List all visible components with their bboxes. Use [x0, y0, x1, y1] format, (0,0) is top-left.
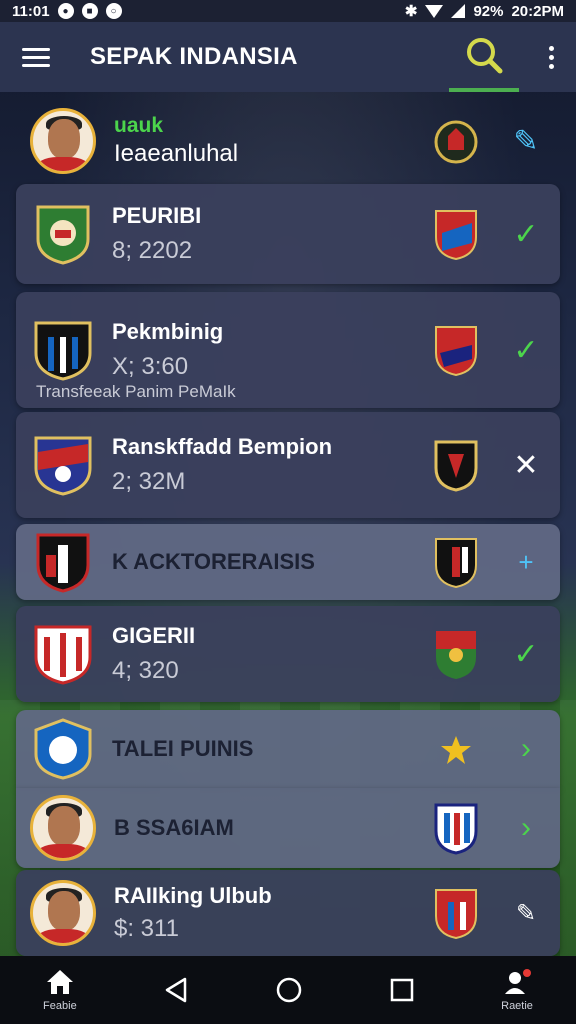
club-crest-icon [34, 436, 92, 496]
item-name: PEURIBI [112, 203, 202, 228]
edit-icon[interactable]: ✎ [508, 899, 544, 928]
check-icon[interactable]: ✓ [508, 333, 544, 368]
back-icon [165, 977, 187, 1003]
profile-icon [505, 969, 532, 994]
item-name: RAIIking Ulbub [114, 883, 272, 908]
club-crest-icon [434, 803, 478, 855]
list-item[interactable]: TALEI PUINIS › [16, 710, 560, 788]
check-icon[interactable]: ✓ [508, 637, 544, 672]
bluetooth-icon: ✱ [404, 3, 418, 20]
item-value: $: 311 [114, 915, 179, 942]
chevron-right-icon[interactable]: › [508, 811, 544, 845]
bottom-navigation: Feabie Raetie [0, 956, 576, 1024]
nav-back[interactable] [163, 976, 189, 1004]
home-icon [46, 970, 73, 994]
list-item[interactable]: K ACKTORERAISIS + [16, 524, 560, 600]
list-item[interactable]: PEURIBI 8; 2202 ✓ [16, 184, 560, 284]
item-value: 8; 2202 [112, 237, 193, 264]
list-item[interactable]: Ranskffadd Bempion 2; 32M ✕ [16, 412, 560, 518]
more-options-button[interactable] [549, 45, 554, 69]
list-item[interactable]: uauk Ieaeanluhal ✎ [16, 98, 560, 184]
circle-home-icon [276, 977, 302, 1003]
status-time: 11:01 [12, 2, 50, 20]
nav-recents[interactable] [389, 977, 415, 1003]
club-crest-icon [36, 205, 90, 265]
player-avatar [30, 795, 96, 861]
club-crest-icon [36, 533, 90, 593]
item-name: TALEI PUINIS [112, 736, 254, 761]
wifi-icon [425, 4, 444, 18]
item-value: Ieaeanluhal [114, 140, 239, 167]
player-avatar [30, 108, 96, 174]
player-avatar [30, 880, 96, 946]
status-clock: 20:2PM [511, 2, 564, 20]
notification-icon: ○ [105, 3, 122, 19]
club-crest-icon [436, 631, 476, 679]
item-value: 4; 320 [112, 657, 179, 684]
club-crest-icon [34, 321, 92, 381]
club-crest-icon [435, 210, 477, 261]
item-note: Transfeeak Panim PeMaIk [36, 382, 236, 401]
club-crest-icon [34, 718, 92, 780]
notification-icon: ■ [81, 3, 98, 19]
plus-icon[interactable]: + [508, 547, 544, 578]
club-crest-icon [34, 625, 92, 685]
star-icon [441, 736, 471, 764]
app-bar: SEPAK INDANSIA [0, 22, 576, 92]
menu-button[interactable] [22, 47, 50, 67]
menu-icon [22, 47, 50, 51]
nav-home[interactable]: Feabie [43, 968, 77, 1012]
nav-home-circle[interactable] [275, 976, 303, 1004]
item-value: 2; 32M [112, 468, 186, 495]
close-icon[interactable]: ✕ [508, 448, 544, 483]
nav-home-label: Feabie [43, 1000, 77, 1012]
status-bar: 11:01 ● ■ ○ ✱ 92% 20:2PM [0, 0, 576, 22]
page-title: SEPAK INDANSIA [90, 43, 298, 70]
item-name: Ranskffadd Bempion [112, 434, 333, 459]
search-button[interactable] [449, 22, 519, 92]
recents-icon [390, 978, 414, 1002]
list-item[interactable]: GIGERII 4; 320 ✓ [16, 606, 560, 702]
notification-icon: ● [57, 3, 74, 19]
item-name: B SSA6IAM [114, 815, 234, 840]
search-icon [467, 38, 503, 74]
item-name: Pekmbinig [112, 319, 224, 344]
club-crest-icon [434, 120, 478, 164]
item-name: uauk [114, 114, 164, 137]
club-crest-icon [435, 538, 477, 589]
item-value: X; 3:60 [112, 353, 189, 380]
club-crest-icon [434, 440, 478, 492]
list-item[interactable]: Pekmbinig X; 3:60 ✓ Transfeeak Panim PeM… [16, 292, 560, 408]
nav-profile[interactable]: Raetie [501, 968, 533, 1012]
club-crest-icon [435, 326, 477, 377]
club-crest-icon [435, 889, 477, 940]
chevron-right-icon[interactable]: › [508, 732, 544, 766]
item-name: GIGERII [112, 623, 196, 648]
list-item[interactable]: B SSA6IAM › [16, 788, 560, 868]
list-item[interactable]: RAIIking Ulbub $: 311 ✎ [16, 870, 560, 956]
check-icon[interactable]: ✓ [508, 217, 544, 252]
item-name: K ACKTORERAISIS [112, 549, 315, 574]
nav-profile-label: Raetie [501, 1000, 533, 1012]
battery-level: 92% [473, 2, 504, 20]
signal-icon [451, 4, 466, 18]
edit-action-icon[interactable]: ✎ [508, 124, 544, 159]
